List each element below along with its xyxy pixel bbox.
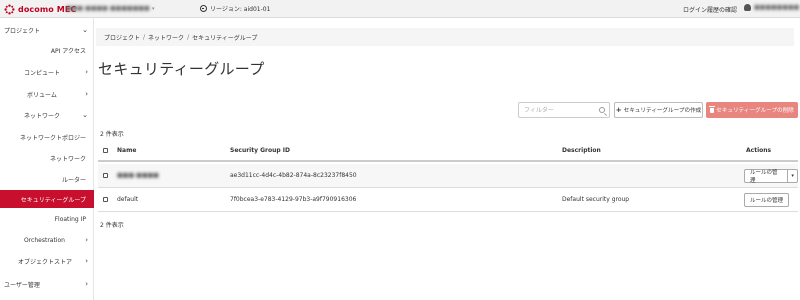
sidebar-item-label: ルーター [61, 176, 86, 184]
sidebar-item-label: ボリューム [27, 91, 57, 99]
select-all-checkbox-cell [103, 140, 108, 160]
top-bar: docomo MEC ■■■-■■■■-■■■■■■■ ▾ リージョン: aid… [0, 0, 800, 18]
page-title: セキュリティーグループ [98, 60, 265, 78]
chevron-down-icon[interactable]: ▾ [152, 6, 155, 12]
sidebar-item-label: ネットワークトポロジー [19, 134, 86, 142]
sidebar-item-api-access[interactable]: API アクセス [0, 42, 94, 58]
filter-input[interactable] [519, 103, 597, 117]
sidebar-item-user-management[interactable]: ユーザー管理 › [0, 276, 94, 292]
breadcrumb-item-current: セキュリティーグループ [192, 34, 258, 42]
user-menu[interactable]: ■■■■■■■■ [744, 4, 799, 11]
sidebar-item-routers[interactable]: ルーター [0, 171, 94, 187]
sidebar-item-label: Floating IP [54, 215, 86, 223]
user-icon [744, 4, 751, 11]
create-button-label: セキュリティーグループの作成 [623, 108, 702, 114]
row-id: ae3d11cc-4d4c-4b82-874a-8c23237f8450 [230, 172, 357, 179]
sidebar-item-network-topology[interactable]: ネットワークトポロジー [0, 129, 94, 145]
row-name[interactable]: ■■■-■■■■ [117, 164, 159, 187]
sidebar-item-label: プロジェクト [4, 27, 41, 35]
sidebar-item-label: ネットワーク [49, 155, 86, 163]
sidebar-item-volume[interactable]: ボリューム › [0, 86, 94, 102]
sidebar-item-security-groups[interactable]: セキュリティーグループ [0, 190, 94, 208]
item-count-footer: 2 件表示 [100, 222, 124, 229]
select-all-checkbox[interactable] [103, 147, 108, 153]
column-header-actions: Actions [746, 146, 772, 154]
column-header-name[interactable]: Name [117, 140, 136, 160]
delete-button-label: セキュリティーグループの削除 [716, 108, 794, 114]
row-checkbox-cell [103, 188, 108, 211]
breadcrumb-separator: / [187, 33, 190, 41]
sidebar-item-floating-ip[interactable]: Floating IP [0, 211, 94, 227]
sidebar-item-compute[interactable]: コンピュート › [0, 64, 94, 80]
sidebar-item-label: オブジェクトストア [18, 258, 73, 266]
manage-rules-button[interactable]: ルールの管理 [744, 168, 789, 184]
breadcrumb-item-project[interactable]: プロジェクト [104, 33, 140, 42]
table-row: ■■■-■■■■ ae3d11cc-4d4c-4b82-874a-8c23237… [98, 164, 798, 188]
sidebar-item-label: コンピュート [24, 69, 61, 77]
filter-field[interactable] [518, 102, 610, 118]
table-row: default 7f0bcea3-e783-4129-97b3-a9f79091… [98, 188, 798, 212]
sidebar-item-label: ネットワーク [24, 112, 61, 120]
chevron-down-icon: ⌄ [82, 111, 88, 119]
sidebar-item-label: Orchestration [24, 236, 65, 244]
trash-icon [709, 106, 716, 113]
chevron-down-icon: ⌄ [82, 26, 88, 34]
row-actions: ルールの管理 [744, 188, 790, 211]
row-name[interactable]: default [117, 188, 138, 211]
row-actions: ルールの管理 ▾ [744, 164, 798, 187]
row-checkbox[interactable] [103, 197, 108, 202]
item-count: 2 件表示 [100, 131, 124, 138]
sidebar: プロジェクト ⌄ API アクセス コンピュート › ボリューム › ネットワー… [0, 18, 94, 300]
row-description: Default security group [562, 196, 630, 203]
create-security-group-button[interactable]: + セキュリティーグループの作成 [614, 102, 703, 118]
chevron-down-icon[interactable]: ▾ [788, 168, 798, 183]
plus-icon: + [615, 106, 622, 114]
region-label: リージョン: aid01-01 [210, 6, 271, 13]
sidebar-item-network-group[interactable]: ネットワーク ⌄ [0, 107, 94, 123]
column-header-id[interactable]: Security Group ID [230, 140, 290, 160]
sidebar-item-project[interactable]: プロジェクト ⌄ [0, 22, 94, 38]
sidebar-item-label: API アクセス [50, 47, 86, 55]
sidebar-item-label: セキュリティーグループ [20, 196, 86, 204]
login-history-link[interactable]: ログイン履歴の確認 [683, 5, 737, 14]
row-checkbox[interactable] [103, 173, 108, 178]
docomo-logo-icon [4, 3, 15, 15]
chevron-right-icon: › [85, 257, 88, 265]
row-checkbox-cell [103, 164, 108, 187]
chevron-right-icon: › [85, 68, 88, 76]
manage-rules-button[interactable]: ルールの管理 [744, 192, 790, 207]
user-name: ■■■■■■■■ [754, 4, 800, 11]
sidebar-item-label: ユーザー管理 [4, 281, 40, 289]
delete-security-group-button[interactable]: セキュリティーグループの削除 [706, 102, 798, 118]
chevron-right-icon: › [85, 280, 88, 288]
table-header: Name Security Group ID Description Actio… [98, 140, 798, 162]
sidebar-item-networks[interactable]: ネットワーク [0, 150, 94, 166]
sidebar-item-orchestration[interactable]: Orchestration › [0, 232, 94, 248]
chevron-right-icon: › [85, 236, 88, 244]
breadcrumb-item-network[interactable]: ネットワーク [148, 33, 184, 42]
search-icon[interactable] [599, 107, 605, 113]
row-id: 7f0bcea3-e783-4129-97b3-a9f790916306 [230, 196, 357, 203]
column-header-description[interactable]: Description [562, 140, 601, 160]
breadcrumb: プロジェクト / ネットワーク / セキュリティーグループ [96, 28, 794, 46]
region-indicator[interactable]: リージョン: aid01-01 [200, 4, 270, 13]
sidebar-item-object-store[interactable]: オブジェクトストア › [0, 253, 94, 269]
project-selector[interactable]: ■■■-■■■■-■■■■■■■ [66, 5, 150, 12]
breadcrumb-separator: / [143, 33, 146, 41]
chevron-right-icon: › [85, 90, 88, 98]
globe-icon [200, 5, 207, 12]
